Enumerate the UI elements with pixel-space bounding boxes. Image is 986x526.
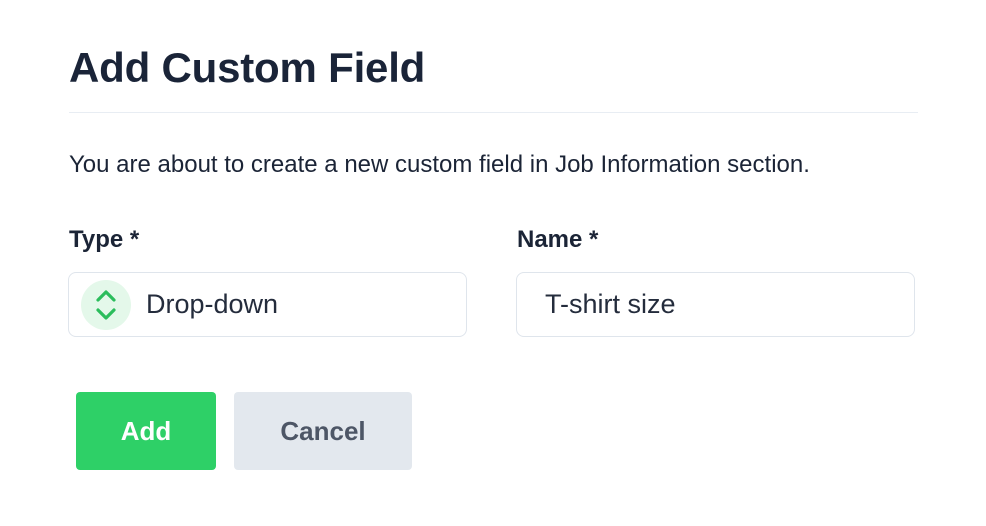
dialog-title: Add Custom Field xyxy=(69,44,426,91)
add-custom-field-dialog: Add Custom Field You are about to create… xyxy=(0,0,986,526)
type-select[interactable]: Drop-down xyxy=(68,272,467,337)
add-button[interactable]: Add xyxy=(76,392,216,470)
type-label: Type * xyxy=(69,226,140,253)
name-label: Name * xyxy=(517,226,599,253)
title-divider xyxy=(69,112,918,113)
type-select-value: Drop-down xyxy=(146,289,279,319)
name-input[interactable] xyxy=(545,289,885,320)
cancel-button[interactable]: Cancel xyxy=(234,392,412,470)
chevron-up-down-icon xyxy=(81,279,131,330)
name-field[interactable] xyxy=(516,272,915,337)
dialog-description: You are about to create a new custom fie… xyxy=(69,151,810,178)
